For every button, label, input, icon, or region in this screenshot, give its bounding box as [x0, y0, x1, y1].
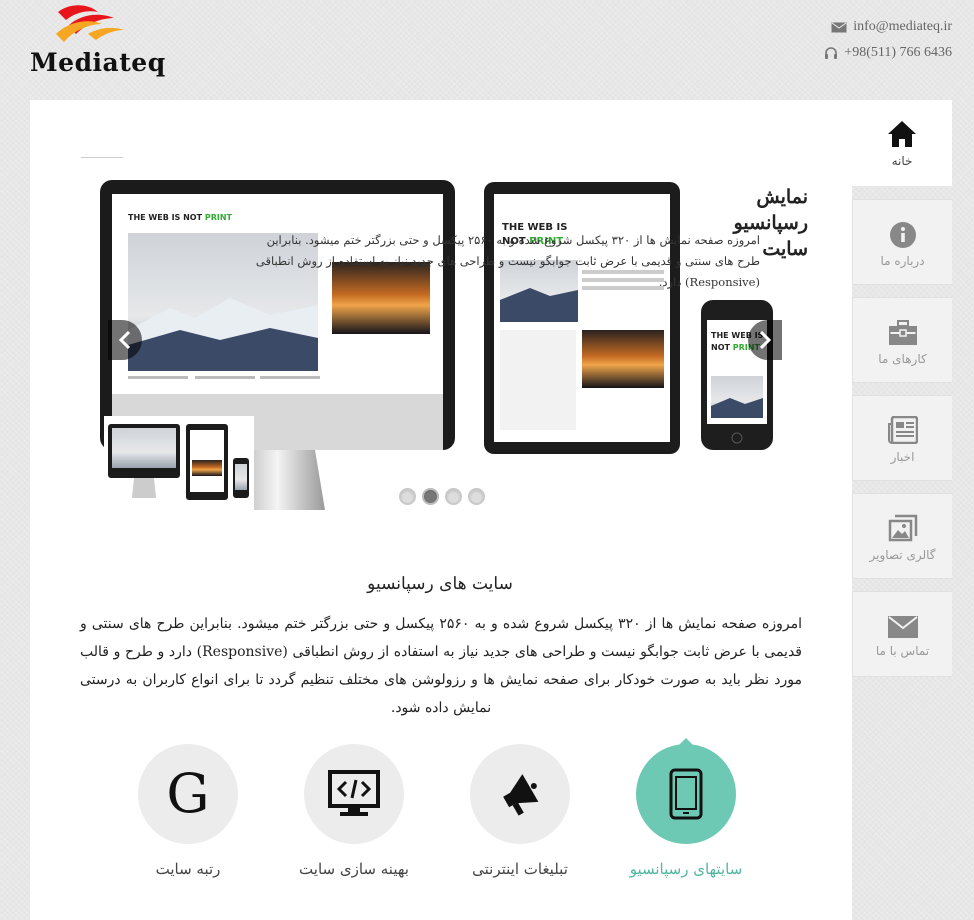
feature-label[interactable]: بهینه سازی سایت: [274, 860, 434, 878]
feature-label[interactable]: رتبه سایت: [108, 860, 268, 878]
newspaper-icon: [887, 416, 918, 444]
logo[interactable]: Mediateq: [28, 4, 165, 84]
chevron-left-icon: [118, 330, 131, 350]
nav-item-news[interactable]: اخبار: [852, 395, 952, 481]
slider-dot[interactable]: [399, 488, 416, 505]
chevron-right-icon: [759, 330, 772, 350]
logo-mark-icon: [56, 5, 124, 42]
feature-optimization[interactable]: [304, 744, 404, 844]
nav-label: تماس با ما: [875, 644, 930, 658]
feature-responsive[interactable]: [636, 744, 736, 844]
nav-label: گالری تصاویر: [869, 548, 936, 562]
slider-dot-active[interactable]: [422, 488, 439, 505]
nav-label: اخبار: [890, 450, 915, 464]
contact-email[interactable]: info@mediateq.ir: [831, 19, 952, 35]
nav-item-gallery[interactable]: گالری تصاویر: [852, 493, 952, 579]
mobile-icon: [669, 768, 703, 820]
nav-item-portfolio[interactable]: کارهای ما: [852, 297, 952, 383]
nav-label: درباره ما: [880, 254, 925, 268]
slider-dot[interactable]: [445, 488, 462, 505]
google-icon: G: [166, 762, 210, 825]
slider-dot[interactable]: [468, 488, 485, 505]
headset-icon: [825, 47, 838, 59]
nav-item-contact[interactable]: تماس با ما: [852, 591, 952, 677]
svg-text:THE WEB IS NOT PRINT: THE WEB IS NOT PRINT: [128, 213, 233, 222]
feature-seo-rank[interactable]: G: [138, 744, 238, 844]
section-body: امروزه صفحه نمایش ها از ۳۲۰ پیکسل شروع ش…: [80, 616, 802, 716]
envelope-icon: [887, 616, 918, 638]
brand-name: Mediateq: [30, 48, 166, 77]
gallery-icon: [888, 514, 917, 542]
feature-advertising[interactable]: [470, 744, 570, 844]
email-text: info@mediateq.ir: [853, 19, 952, 34]
nav-label: کارهای ما: [878, 352, 927, 366]
phone-text: +98(511) 766 6436: [844, 45, 952, 60]
divider: [81, 157, 123, 158]
code-monitor-icon: [328, 770, 380, 816]
contact-phone: +98(511) 766 6436: [824, 45, 952, 61]
envelope-icon: [831, 22, 847, 32]
nav-label: خانه: [891, 154, 913, 168]
megaphone-icon: [503, 774, 539, 816]
feature-label[interactable]: سایتهای رسپانسیو: [606, 860, 766, 878]
home-icon: [888, 121, 916, 147]
info-icon: [889, 222, 916, 248]
feature-label[interactable]: تبلیغات اینترنتی: [440, 860, 600, 878]
section-title: سایت های رسپانسیو: [367, 574, 513, 594]
nav-item-about[interactable]: درباره ما: [852, 199, 952, 285]
nav-item-home[interactable]: خانه: [852, 100, 952, 186]
slider-text: امروزه صفحه نمایش ها از ۳۲۰ پیکسل شروع ش…: [255, 233, 760, 289]
slider-next-button[interactable]: [748, 320, 782, 360]
briefcase-icon: [888, 320, 917, 345]
